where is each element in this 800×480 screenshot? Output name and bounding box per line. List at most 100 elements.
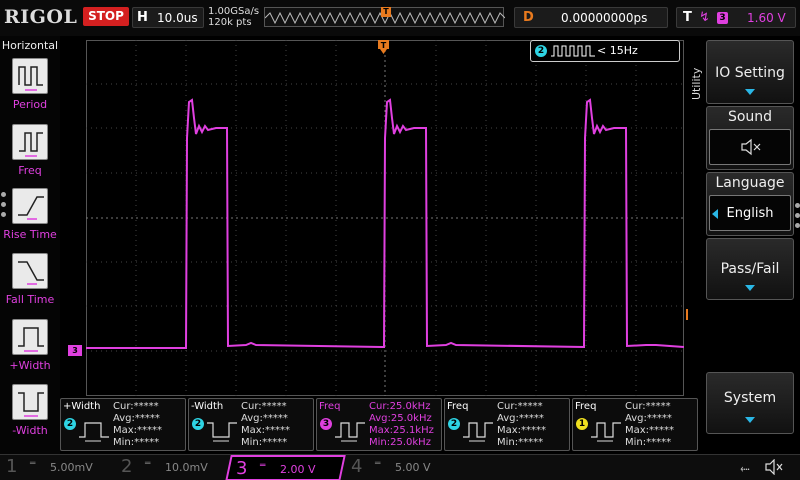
utility-tab[interactable]: Utility — [690, 60, 704, 100]
average-value: Avg:***** — [625, 413, 672, 424]
channel-number: 4 — [351, 456, 363, 477]
channel-3-status[interactable]: 3 ═ 2.00 V — [225, 455, 346, 480]
sound-label: Sound — [727, 109, 773, 125]
frequency-icon — [591, 422, 621, 442]
ch2-frequency-label: 2 < 15Hz — [530, 40, 680, 62]
frequency-icon — [463, 422, 493, 442]
dc-coupling-icon: ═ — [260, 461, 266, 471]
pulse-train-icon — [551, 45, 595, 57]
sample-rate: 1.00GSa/s — [208, 6, 260, 17]
minimum-value: Min:***** — [497, 437, 544, 448]
horizontal-timebase[interactable]: H 10.0us — [132, 7, 204, 28]
menu-page-dot — [795, 203, 800, 208]
average-value: Avg:***** — [241, 413, 288, 424]
current-value: Cur:***** — [113, 401, 159, 412]
menu-page-dot — [795, 223, 800, 228]
submenu-arrow-icon — [745, 417, 755, 423]
minimum-value: Min:25.0kHz — [369, 437, 431, 448]
average-value: Avg:***** — [497, 413, 544, 424]
channel-badge: 1 — [576, 418, 588, 430]
measurement-panel-freq-ch3[interactable]: Freq 3 Cur:25.0kHz Avg:25.0kHz Max:25.1k… — [316, 398, 442, 451]
menu-page-dot — [795, 213, 800, 218]
dc-coupling-icon: ═ — [145, 459, 151, 469]
current-value: Cur:***** — [497, 401, 543, 412]
positive-width-icon — [12, 319, 48, 355]
sound-button[interactable]: Sound — [706, 106, 794, 170]
measurement-panel-pos-width-ch2[interactable]: +Width 2 Cur:***** Avg:***** Max:***** M… — [60, 398, 186, 451]
channel-badge: 2 — [64, 418, 76, 430]
delay-value: 0.00000000ps — [561, 11, 648, 25]
menu-item-rise-time[interactable]: Rise Time — [0, 188, 60, 252]
menu-item-label: +Width — [9, 359, 51, 372]
frequency-icon — [335, 422, 365, 442]
average-value: Avg:***** — [113, 413, 160, 424]
current-value: Cur:25.0kHz — [369, 401, 431, 412]
menu-item-label: Freq — [18, 164, 42, 177]
positive-width-icon — [79, 422, 109, 442]
language-value: English — [726, 206, 774, 221]
measurement-panel-neg-width-ch2[interactable]: -Width 2 Cur:***** Avg:***** Max:***** M… — [188, 398, 314, 451]
delay-display[interactable]: D 0.00000000ps — [514, 7, 668, 28]
waveform-display[interactable] — [86, 40, 684, 396]
ch2-frequency-text: < 15Hz — [597, 44, 638, 57]
pass-fail-label: Pass/Fail — [720, 261, 780, 277]
measure-menu: Horizontal Period Freq Rise Time Fall Ti… — [0, 36, 60, 454]
speaker-mute-icon — [741, 138, 761, 156]
negative-width-icon — [12, 384, 48, 420]
trigger-source-badge: 3 — [717, 12, 728, 24]
submenu-arrow-icon — [745, 285, 755, 291]
menu-item-fall-time[interactable]: Fall Time — [0, 253, 60, 317]
measurement-title: +Width — [63, 401, 101, 412]
run-stop-button[interactable]: STOP — [83, 7, 129, 26]
minimum-value: Min:***** — [625, 437, 672, 448]
trigger-position-icon: T — [378, 40, 389, 54]
negative-width-icon — [207, 422, 237, 442]
period-icon — [12, 58, 48, 94]
maximum-value: Max:25.1kHz — [369, 425, 434, 436]
channel-4-status[interactable]: 4 ═ 5.00 V — [345, 455, 460, 480]
ch3-offset-marker[interactable]: 3 — [68, 345, 82, 356]
measurement-panel-freq-ch2[interactable]: Freq 2 Cur:***** Avg:***** Max:***** Min… — [444, 398, 570, 451]
speaker-mute-icon[interactable] — [764, 459, 784, 475]
language-button[interactable]: Language English — [706, 172, 794, 236]
menu-item-label: Period — [12, 98, 48, 111]
pass-fail-button[interactable]: Pass/Fail — [706, 238, 794, 300]
current-value: Cur:***** — [241, 401, 287, 412]
frequency-icon — [12, 124, 48, 160]
trigger-display[interactable]: T ↯ 3 1.60 V — [676, 7, 796, 28]
trigger-label: T — [683, 10, 692, 25]
menu-item-period[interactable]: Period — [0, 58, 60, 122]
channel-badge: 2 — [448, 418, 460, 430]
submenu-arrow-icon — [745, 89, 755, 95]
system-label: System — [723, 390, 777, 406]
channel-scale: 5.00 V — [395, 461, 431, 474]
channel-number: 1 — [6, 456, 18, 477]
menu-item-positive-width[interactable]: +Width — [0, 319, 60, 383]
maximum-value: Max:***** — [241, 425, 291, 436]
menu-item-label: -Width — [12, 424, 48, 437]
menu-item-freq[interactable]: Freq — [0, 124, 60, 188]
channel-number: 2 — [121, 456, 133, 477]
channel-number: 3 — [236, 458, 248, 479]
dc-coupling-icon: ═ — [375, 459, 381, 469]
measurement-panel-freq-ch1[interactable]: Freq 1 Cur:***** Avg:***** Max:***** Min… — [572, 398, 698, 451]
channel-badge: 2 — [192, 418, 204, 430]
measurement-title: -Width — [191, 401, 224, 412]
timebase-value: 10.0us — [157, 11, 198, 25]
maximum-value: Max:***** — [497, 425, 547, 436]
acquisition-info: 1.00GSa/s 120k pts — [208, 6, 259, 28]
fall-time-icon — [12, 253, 48, 289]
channel-2-status[interactable]: 2 ═ 10.0mV — [115, 455, 230, 480]
channel-1-status[interactable]: 1 ═ 5.00mV — [0, 455, 115, 480]
maximum-value: Max:***** — [625, 425, 675, 436]
io-setting-button[interactable]: IO Setting — [706, 40, 794, 104]
waveform-grid — [86, 40, 684, 396]
channel-badge: 3 — [320, 418, 332, 430]
system-button[interactable]: System — [706, 372, 794, 434]
delay-label: D — [523, 10, 534, 25]
menu-item-negative-width[interactable]: -Width — [0, 384, 60, 448]
current-value: Cur:***** — [625, 401, 671, 412]
channel-scale: 2.00 V — [280, 463, 316, 476]
channel-bar: 1 ═ 5.00mV 2 ═ 10.0mV 3 ═ 2.00 V 4 ═ 5.0… — [0, 454, 800, 480]
svg-text:T: T — [381, 41, 387, 50]
